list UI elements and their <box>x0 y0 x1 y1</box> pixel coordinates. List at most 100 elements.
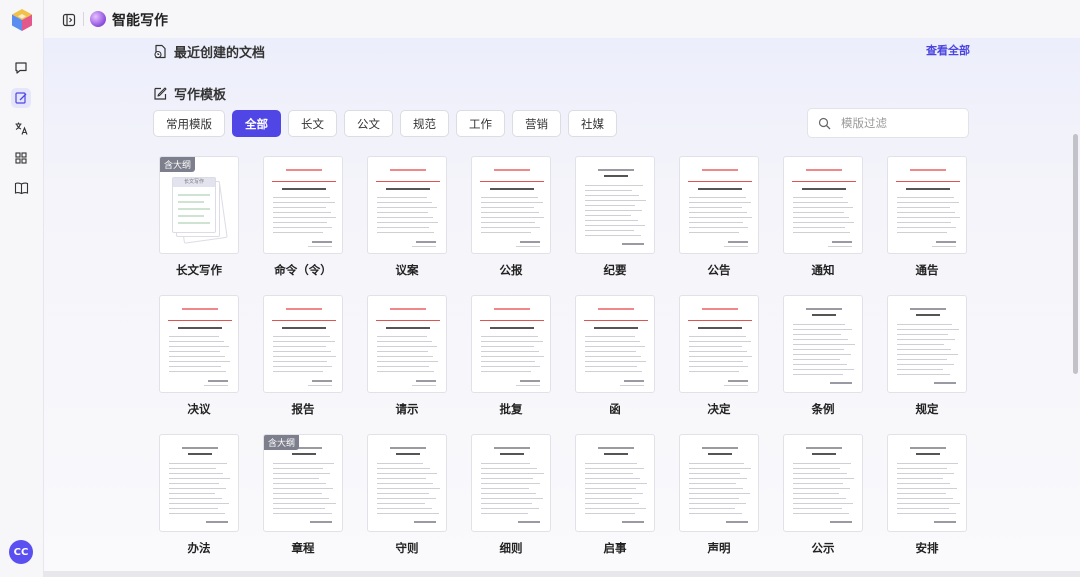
logo-cube-icon[interactable] <box>10 8 34 32</box>
thumb-line <box>516 385 540 386</box>
template-card[interactable]: 函 <box>575 295 655 416</box>
thumb-line <box>481 488 529 489</box>
thumb-line <box>312 380 332 382</box>
templates-heading: 写作模板 <box>153 84 226 103</box>
thumb-line <box>585 478 640 479</box>
thumb-line <box>273 468 323 469</box>
template-card[interactable]: 细则 <box>471 434 551 555</box>
book-icon[interactable] <box>11 178 31 198</box>
template-card[interactable]: 决议 <box>159 295 239 416</box>
template-card[interactable]: 公告 <box>679 156 759 277</box>
edit-doc-icon[interactable] <box>11 88 31 108</box>
tab-7[interactable]: 社媒 <box>568 110 617 137</box>
avatar[interactable]: CC <box>9 540 33 564</box>
template-card[interactable]: 启事 <box>575 434 655 555</box>
chat-icon[interactable] <box>11 58 31 78</box>
thumb-line <box>793 354 851 355</box>
template-card-label: 请示 <box>395 402 419 416</box>
bottom-edge <box>44 571 1080 577</box>
thumb-line <box>585 513 635 514</box>
thumb-line <box>377 222 438 223</box>
thumb-line <box>178 208 210 210</box>
thumb-line <box>480 320 544 321</box>
tab-5[interactable]: 工作 <box>456 110 505 137</box>
thumb-line <box>897 369 943 370</box>
thumb-line <box>689 227 748 228</box>
thumb-line <box>292 453 316 455</box>
thumb-line <box>698 188 742 190</box>
grid-apps-icon[interactable] <box>11 148 31 168</box>
tab-3[interactable]: 公文 <box>344 110 393 137</box>
thumb-line <box>481 478 533 479</box>
template-card[interactable]: 安排 <box>887 434 967 555</box>
template-card[interactable]: 议案 <box>367 156 447 277</box>
thumb-line <box>481 197 538 198</box>
templates-edit-icon <box>154 87 167 100</box>
template-card[interactable]: 命令（令） <box>263 156 343 277</box>
thumb-line <box>169 508 218 509</box>
thumb-line <box>273 508 325 509</box>
template-thumbnail <box>679 434 759 532</box>
template-card[interactable]: 公示 <box>783 434 863 555</box>
thumb-line <box>273 478 319 479</box>
thumb-line <box>169 463 227 464</box>
template-card[interactable]: 办法 <box>159 434 239 555</box>
template-card[interactable]: 含大纲 章程 <box>263 434 343 555</box>
template-card[interactable]: 纪要 <box>575 156 655 277</box>
thumb-line <box>377 341 432 342</box>
thumb-line <box>169 498 222 499</box>
template-card[interactable]: 条例 <box>783 295 863 416</box>
template-card[interactable]: 规定 <box>887 295 967 416</box>
thumb-line <box>802 188 846 190</box>
thumb-line <box>585 498 632 499</box>
thumb-line <box>480 181 544 182</box>
thumb-line <box>416 380 436 382</box>
thumb-line <box>689 473 740 474</box>
thumb-line <box>377 346 437 347</box>
thumb-line <box>273 473 330 474</box>
tab-0[interactable]: 常用模版 <box>153 110 225 137</box>
thumb-line <box>481 366 540 367</box>
thumb-line <box>897 483 950 484</box>
thumb-line <box>169 361 230 362</box>
thumb-line <box>481 222 535 223</box>
template-card[interactable]: 守则 <box>367 434 447 555</box>
thumb-line <box>793 364 847 365</box>
thumb-line <box>897 217 960 218</box>
template-card[interactable]: 通告 <box>887 156 967 277</box>
view-all-link[interactable]: 查看全部 <box>926 42 970 58</box>
thumb-line <box>689 478 747 479</box>
thumb-line <box>793 503 853 504</box>
thumb-line <box>377 473 437 474</box>
thumb-line <box>390 447 426 449</box>
template-card[interactable]: 批复 <box>471 295 551 416</box>
tab-1[interactable]: 全部 <box>232 110 281 137</box>
thumb-line <box>689 366 748 367</box>
thumb-line <box>585 220 638 221</box>
thumb-line <box>728 380 748 382</box>
tab-4[interactable]: 规范 <box>400 110 449 137</box>
translate-icon[interactable] <box>11 118 31 138</box>
thumb-line <box>689 463 744 464</box>
sidebar-collapse-icon[interactable] <box>62 12 76 27</box>
thumb-line <box>897 232 947 233</box>
template-card[interactable]: 通知 <box>783 156 863 277</box>
thumb-line <box>897 227 956 228</box>
thumb-line <box>481 232 531 233</box>
tab-2[interactable]: 长文 <box>288 110 337 137</box>
thumb-line <box>273 366 332 367</box>
template-filter-input[interactable]: 模版过滤 <box>807 108 969 138</box>
template-card[interactable]: 请示 <box>367 295 447 416</box>
thumb-line <box>273 341 335 342</box>
thumb-line <box>585 351 636 352</box>
template-card[interactable]: 公报 <box>471 156 551 277</box>
template-card[interactable]: 报告 <box>263 295 343 416</box>
template-card[interactable]: 决定 <box>679 295 759 416</box>
vertical-scrollbar[interactable] <box>1073 134 1078 374</box>
template-card[interactable]: 声明 <box>679 434 759 555</box>
template-card[interactable]: 长文写作 含大纲 长文写作 <box>159 156 239 277</box>
template-thumbnail <box>471 434 551 532</box>
tab-6[interactable]: 营销 <box>512 110 561 137</box>
outline-badge: 含大纲 <box>264 435 300 450</box>
template-card-label: 命令（令） <box>274 263 332 277</box>
